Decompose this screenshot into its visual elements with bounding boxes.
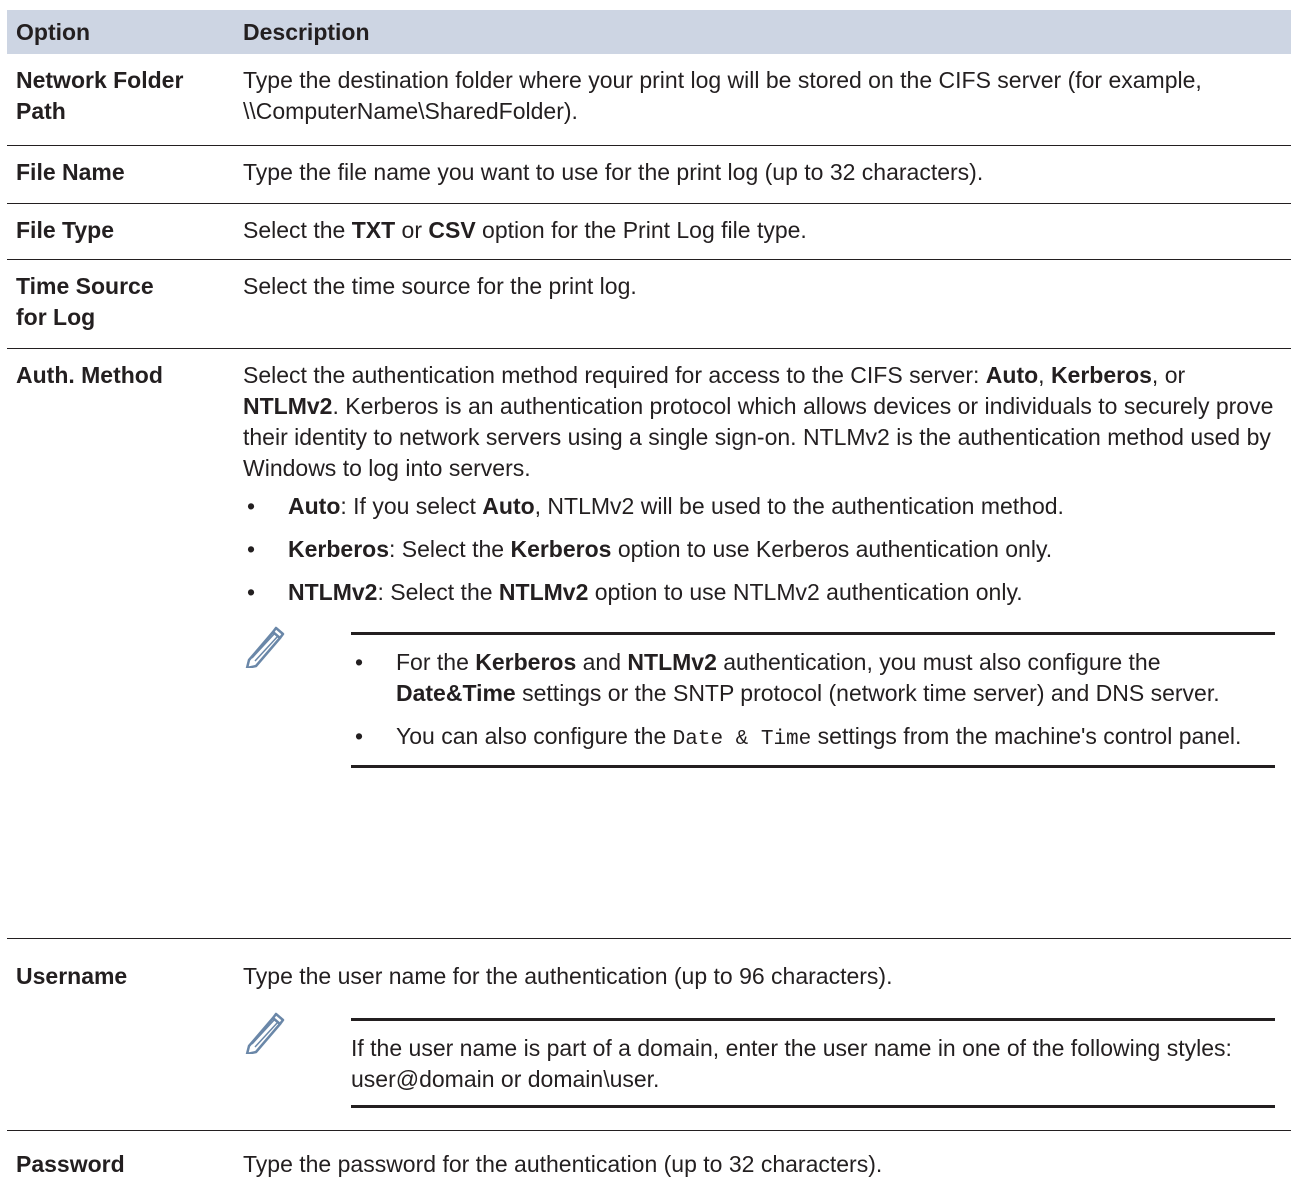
list-item: • For the Kerberos and NTLMv2 authenticat…: [355, 649, 1220, 706]
pencil-note-icon: [245, 1012, 285, 1054]
option-description: Type the file name you want to use for t…: [243, 159, 984, 185]
option-description: Select the TXT or CSV option for the Pri…: [243, 217, 807, 243]
option-label: File Type: [16, 217, 114, 243]
settings-table: Option Description Network Folder Path T…: [7, 10, 1291, 1191]
pencil-note-icon: [245, 626, 285, 668]
note-box: • For the Kerberos and NTLMv2 authenticat…: [351, 632, 1275, 768]
option-description: Type the user name for the authenticatio…: [232, 939, 1291, 1130]
auth-intro: Select the authentication method require…: [243, 362, 1274, 481]
option-label: File Name: [16, 159, 125, 185]
option-label: Auth. Method: [16, 362, 163, 388]
option-description: Select the time source for the print log…: [243, 273, 637, 299]
username-note: If the user name is part of a domain, en…: [243, 1012, 1281, 1108]
auth-note: • For the Kerberos and NTLMv2 authenticat…: [243, 626, 1281, 768]
table-row-username: Username Type the user name for the auth…: [7, 939, 1291, 1131]
option-label: Time Source for Log: [16, 273, 154, 330]
option-label: Network Folder Path: [16, 67, 184, 124]
list-item-ntlmv2: • NTLMv2: Select the NTLMv2 option to use…: [247, 579, 1023, 605]
option-description: Type the password for the authentication…: [243, 1151, 883, 1177]
table-row-file-type: File Type Select the TXT or CSV option f…: [7, 204, 1291, 260]
list-item: • You can also configure the Date & Time …: [355, 723, 1242, 751]
table-row-network-folder-path: Network Folder Path Type the destination…: [7, 54, 1291, 146]
header-description: Description: [243, 18, 370, 45]
option-label: Password: [16, 1151, 125, 1177]
table-header: Option Description: [7, 10, 1291, 54]
table-row-file-name: File Name Type the file name you want to…: [7, 146, 1291, 204]
header-option: Option: [16, 18, 91, 45]
option-description: Select the authentication method require…: [232, 349, 1291, 938]
list-item-kerberos: • Kerberos: Select the Kerberos option to…: [247, 536, 1053, 562]
note-box: If the user name is part of a domain, en…: [351, 1018, 1275, 1108]
table-row-auth-method: Auth. Method Select the authentication m…: [7, 349, 1291, 939]
table-row-password: Password Type the password for the authe…: [7, 1131, 1291, 1191]
option-description: Type the destination folder where your p…: [243, 67, 1202, 124]
option-label: Username: [16, 963, 128, 989]
list-item-auto: • Auto: If you select Auto, NTLMv2 will b…: [247, 493, 1064, 519]
table-row-time-source: Time Source for Log Select the time sour…: [7, 260, 1291, 349]
auth-bullet-list: • Auto: If you select Auto, NTLMv2 will b…: [243, 491, 1281, 608]
